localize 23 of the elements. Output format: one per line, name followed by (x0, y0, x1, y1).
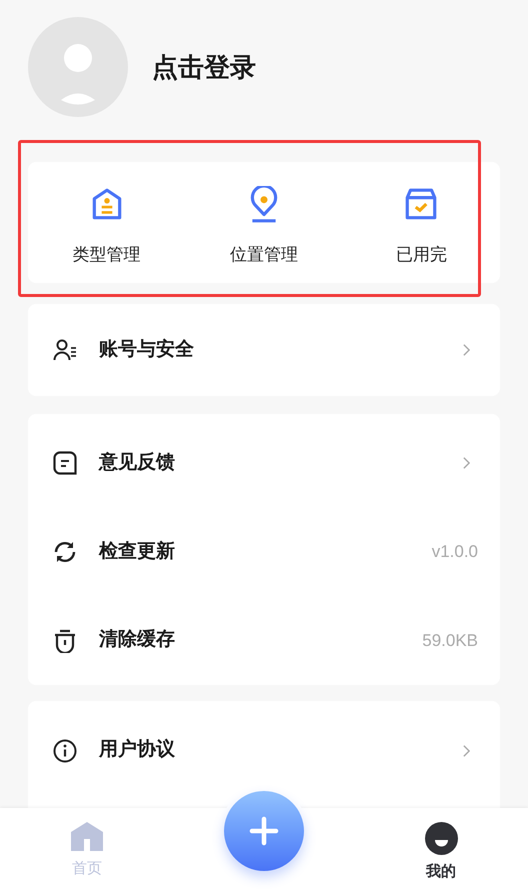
home-icon (71, 822, 103, 852)
chevron-icon (463, 343, 470, 357)
login-link[interactable]: 点击登录 (152, 48, 256, 86)
trash-icon (53, 628, 77, 653)
tab-item[interactable]: 我的 (424, 822, 458, 884)
menu-item[interactable]: 用户协议 (99, 736, 463, 765)
menu-value: 59.0KB (422, 630, 478, 652)
chevron-icon (463, 744, 470, 758)
quick-action-label[interactable]: 类型管理 (72, 242, 141, 268)
menu-item[interactable]: 账号与安全 (99, 336, 463, 364)
menu-value: v1.0.0 (432, 541, 478, 564)
menu-item[interactable]: 意见反馈 (99, 448, 463, 478)
info-icon (53, 738, 77, 762)
quick-action-label[interactable]: 位置管理 (230, 242, 298, 268)
account-icon (53, 338, 77, 362)
quick-action-label[interactable]: 已用完 (396, 242, 447, 268)
menu-item[interactable]: 检查更新 (99, 538, 432, 566)
refresh-icon (53, 540, 77, 564)
message-icon (53, 450, 77, 475)
smile-icon (424, 822, 458, 855)
plus-icon (249, 816, 279, 846)
menu-item[interactable]: 清除缓存 (99, 626, 422, 655)
chevron-icon (463, 456, 470, 470)
